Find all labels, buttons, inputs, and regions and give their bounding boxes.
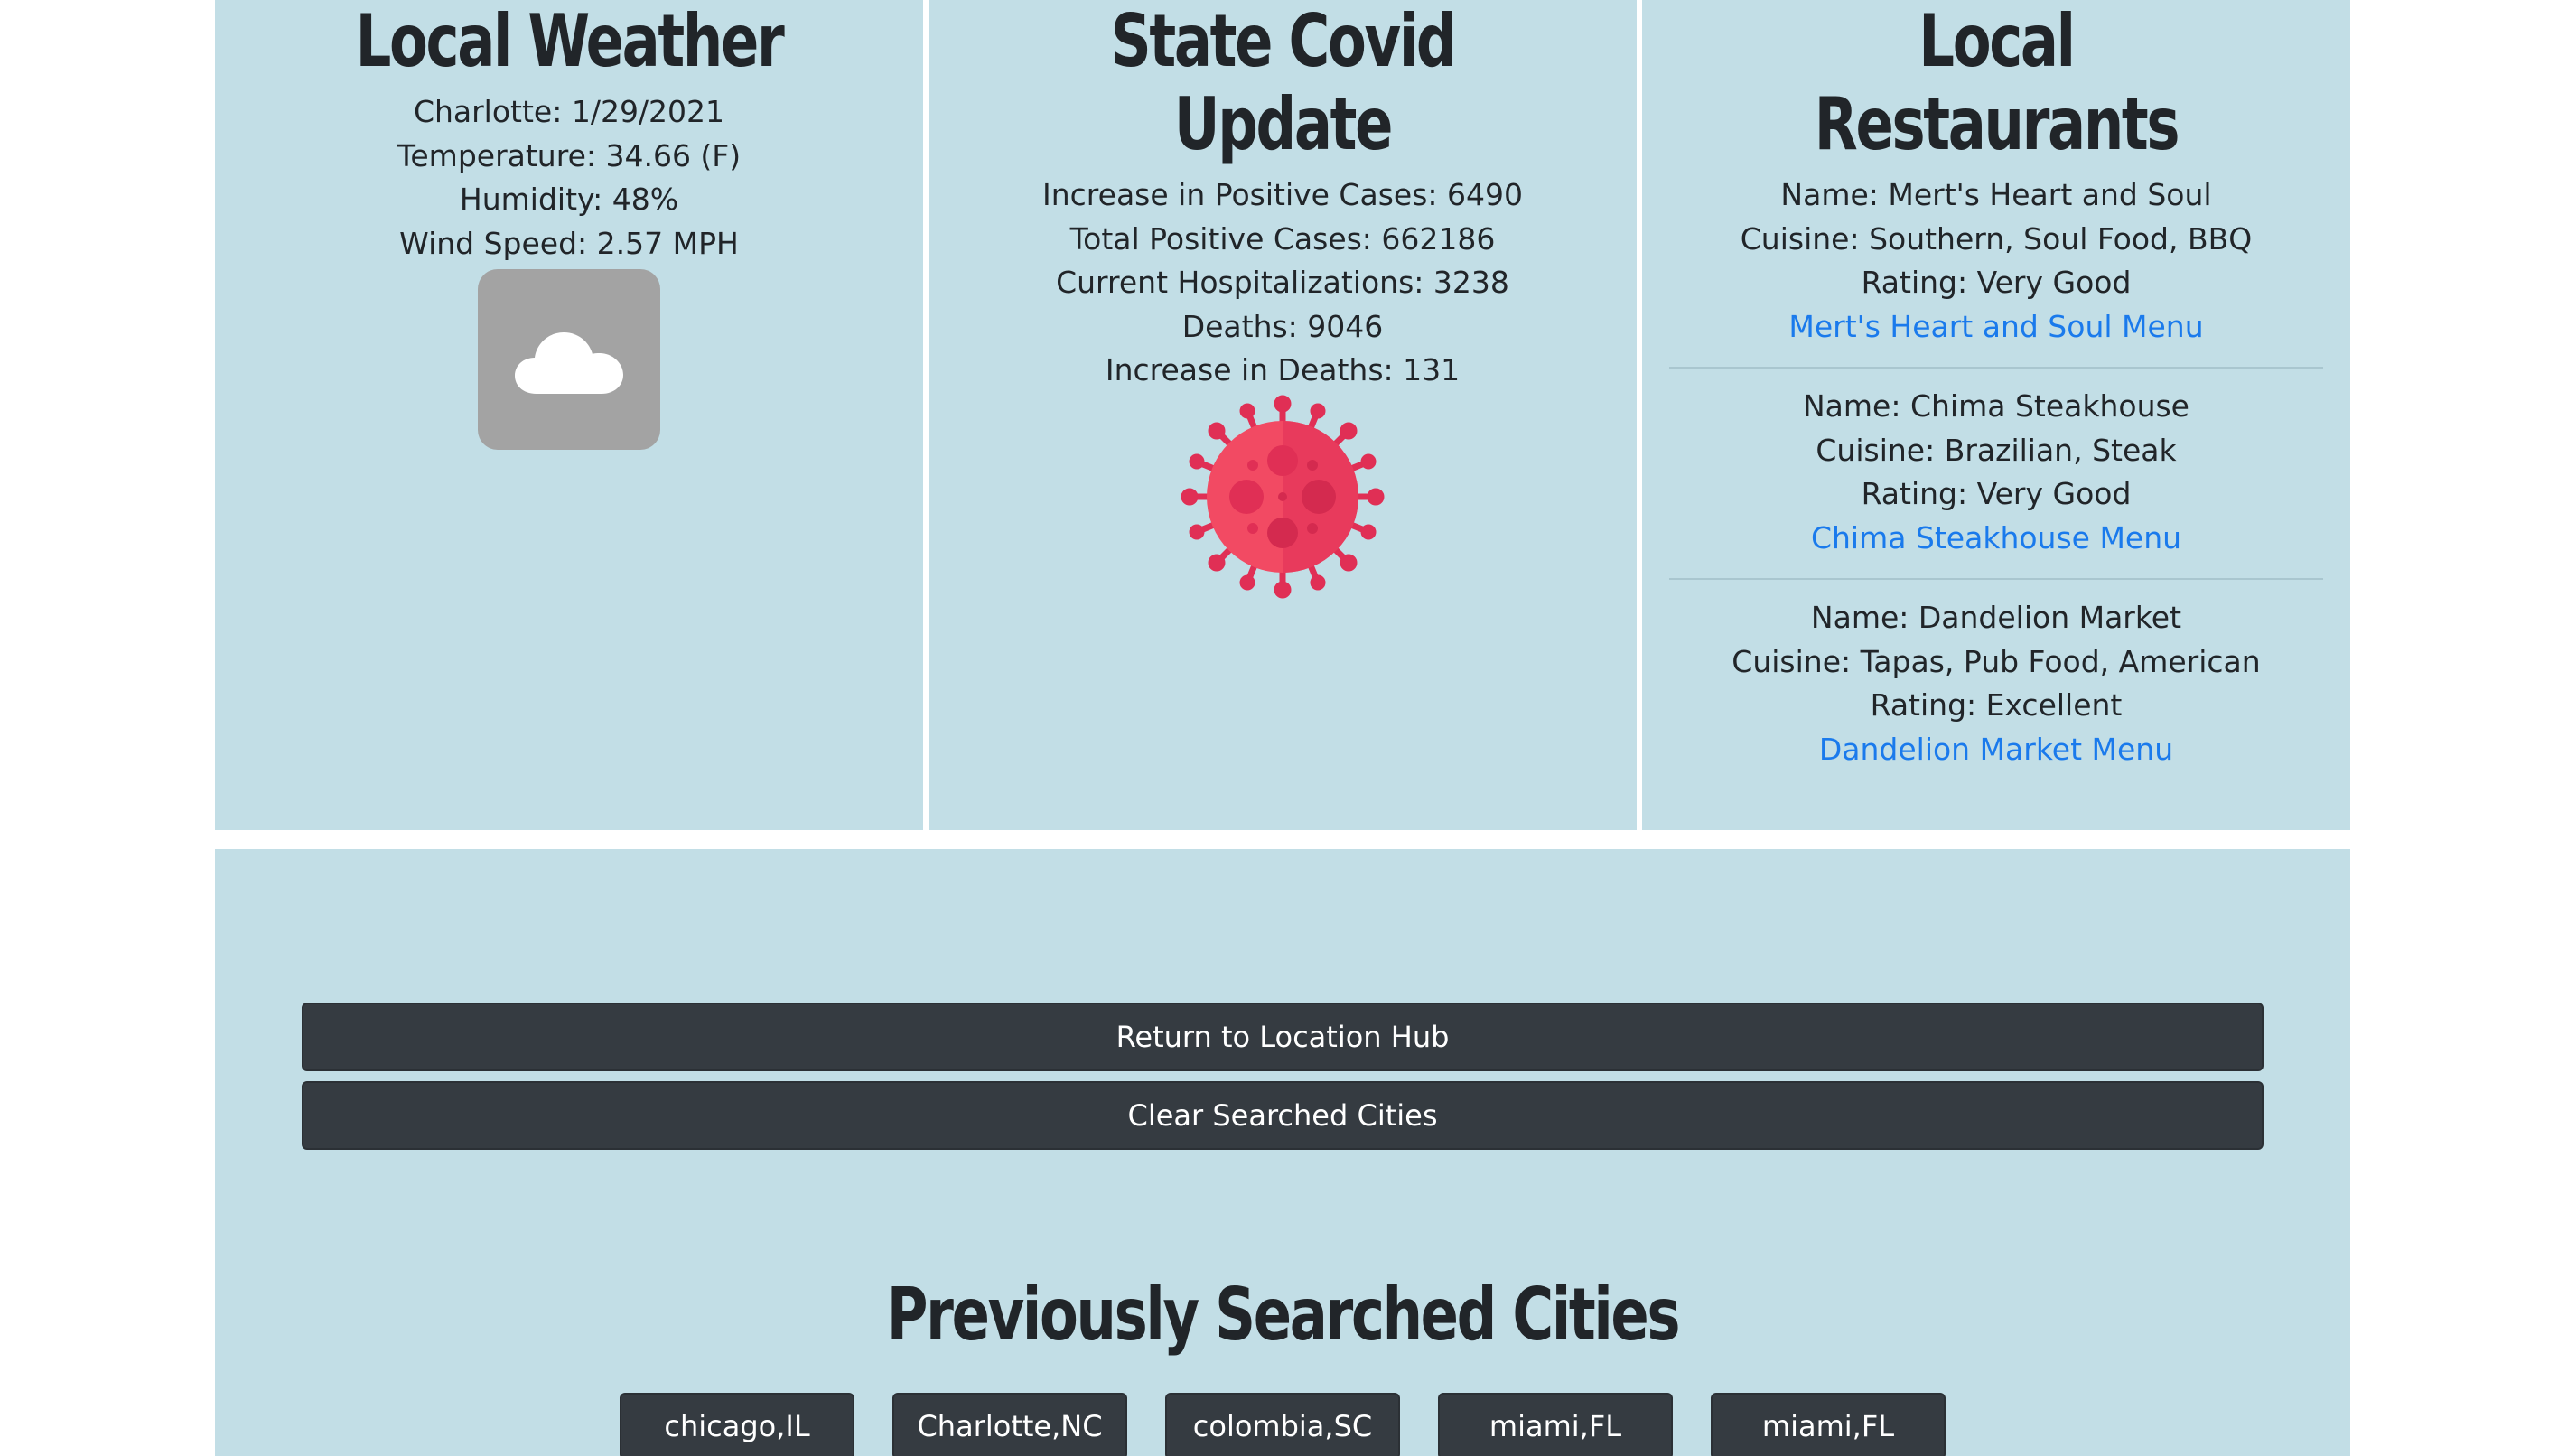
restaurant-cuisine: Cuisine: Southern, Soul Food, BBQ bbox=[1740, 220, 2253, 257]
restaurant-menu-link[interactable]: Mert's Heart and Soul Menu bbox=[1788, 305, 2203, 350]
city-button[interactable]: colombia,SC bbox=[1165, 1393, 1400, 1456]
clear-searched-cities-button[interactable]: Clear Searched Cities bbox=[302, 1081, 2264, 1150]
restaurant-rating: Rating: Very Good bbox=[1861, 476, 2132, 511]
cloud-icon bbox=[478, 269, 660, 450]
cloud-icon-glyph bbox=[515, 332, 623, 394]
city-button[interactable]: Charlotte,NC bbox=[892, 1393, 1127, 1456]
restaurant-name: Name: Dandelion Market bbox=[1810, 600, 2182, 635]
covid-details: Increase in Positive Cases: 6490 Total P… bbox=[929, 173, 1637, 393]
covid-title-line1: State Covid bbox=[1110, 0, 1457, 83]
weather-card: Local Weather Charlotte: 1/29/2021 Tempe… bbox=[215, 0, 923, 830]
restaurant-entry: Name: Mert's Heart and Soul Cuisine: Sou… bbox=[1642, 173, 2350, 349]
restaurant-name: Name: Mert's Heart and Soul bbox=[1780, 177, 2212, 212]
page: Local Weather Charlotte: 1/29/2021 Tempe… bbox=[0, 0, 2567, 1456]
return-to-location-hub-button[interactable]: Return to Location Hub bbox=[302, 1003, 2264, 1071]
searched-cities-list: chicago,IL Charlotte,NC colombia,SC miam… bbox=[215, 1393, 2350, 1456]
covid-card: State Covid Update Increase in Positive … bbox=[929, 0, 1637, 830]
info-cards-row: Local Weather Charlotte: 1/29/2021 Tempe… bbox=[215, 0, 2350, 830]
history-panel: Return to Location Hub Clear Searched Ci… bbox=[215, 849, 2350, 1456]
covid-title-line2: Update bbox=[1173, 82, 1394, 166]
covid-total-positive: Total Positive Cases: 662186 bbox=[1069, 220, 1496, 257]
city-button[interactable]: miami,FL bbox=[1438, 1393, 1673, 1456]
covid-deaths: Deaths: 9046 bbox=[1181, 308, 1384, 344]
restaurant-name: Name: Chima Steakhouse bbox=[1803, 388, 2189, 424]
restaurant-menu-link[interactable]: Dandelion Market Menu bbox=[1819, 728, 2173, 772]
restaurant-entry: Name: Dandelion Market Cuisine: Tapas, P… bbox=[1642, 596, 2350, 771]
city-button[interactable]: miami,FL bbox=[1711, 1393, 1946, 1456]
weather-details: Charlotte: 1/29/2021 Temperature: 34.66 … bbox=[215, 90, 923, 266]
restaurants-title-line1: Local bbox=[1918, 0, 2076, 83]
weather-wind: Wind Speed: 2.57 MPH bbox=[399, 225, 739, 261]
city-button[interactable]: chicago,IL bbox=[620, 1393, 854, 1456]
virus-icon bbox=[1181, 395, 1385, 598]
divider bbox=[1669, 367, 2323, 369]
restaurants-card: Local Restaurants Name: Mert's Heart and… bbox=[1642, 0, 2350, 830]
restaurant-cuisine: Cuisine: Brazilian, Steak bbox=[1816, 432, 2177, 468]
weather-temperature: Temperature: 34.66 (F) bbox=[397, 137, 742, 173]
divider bbox=[1669, 578, 2323, 580]
weather-humidity: Humidity: 48% bbox=[459, 182, 679, 217]
restaurant-rating: Rating: Very Good bbox=[1861, 265, 2132, 300]
previously-searched-title: Previously Searched Cities bbox=[886, 1273, 1681, 1357]
covid-increase-deaths: Increase in Deaths: 131 bbox=[1105, 352, 1461, 387]
restaurants-title-line2: Restaurants bbox=[1814, 82, 2180, 166]
restaurant-entry: Name: Chima Steakhouse Cuisine: Brazilia… bbox=[1642, 385, 2350, 560]
weather-date: Charlotte: 1/29/2021 bbox=[413, 94, 725, 129]
restaurant-menu-link[interactable]: Chima Steakhouse Menu bbox=[1811, 517, 2181, 561]
restaurant-rating: Rating: Excellent bbox=[1870, 687, 2123, 723]
restaurant-cuisine: Cuisine: Tapas, Pub Food, American bbox=[1732, 643, 2261, 679]
weather-title: Local Weather bbox=[355, 0, 785, 83]
covid-increase-positive: Increase in Positive Cases: 6490 bbox=[1042, 177, 1523, 212]
covid-hospitalizations: Current Hospitalizations: 3238 bbox=[1056, 265, 1509, 300]
